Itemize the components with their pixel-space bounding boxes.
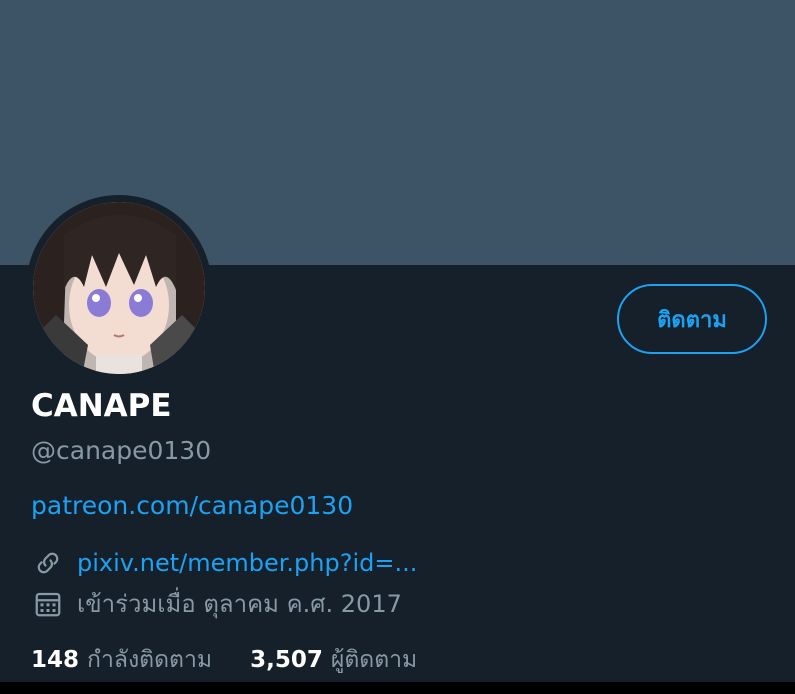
join-date: เข้าร่วมเมื่อ ตุลาคม ค.ศ. 2017 [77,590,402,618]
user-handle: @canape0130 [31,436,212,465]
following-stat[interactable]: 148 กำลังติดตาม [31,642,212,678]
join-date-row: เข้าร่วมเมื่อ ตุลาคม ค.ศ. 2017 [31,584,402,623]
followers-stat[interactable]: 3,507 ผู้ติดตาม [250,642,417,678]
website-link[interactable]: pixiv.net/member.php?id=... [77,549,417,577]
followers-count: 3,507 [250,647,323,673]
follow-stats: 148 กำลังติดตาม 3,507 ผู้ติดตาม [31,642,455,678]
follow-button[interactable]: ติดตาม [617,284,767,354]
bio-link[interactable]: patreon.com/canape0130 [31,491,353,520]
bottom-bar [0,682,795,694]
avatar[interactable] [26,195,212,381]
calendar-icon [31,587,65,621]
followers-label: ผู้ติดตาม [330,647,418,673]
display-name: CANAPE [31,388,172,424]
website-row[interactable]: pixiv.net/member.php?id=... [31,546,417,580]
following-label: กำลังติดตาม [87,647,213,673]
link-icon [31,546,65,580]
following-count: 148 [31,647,80,673]
